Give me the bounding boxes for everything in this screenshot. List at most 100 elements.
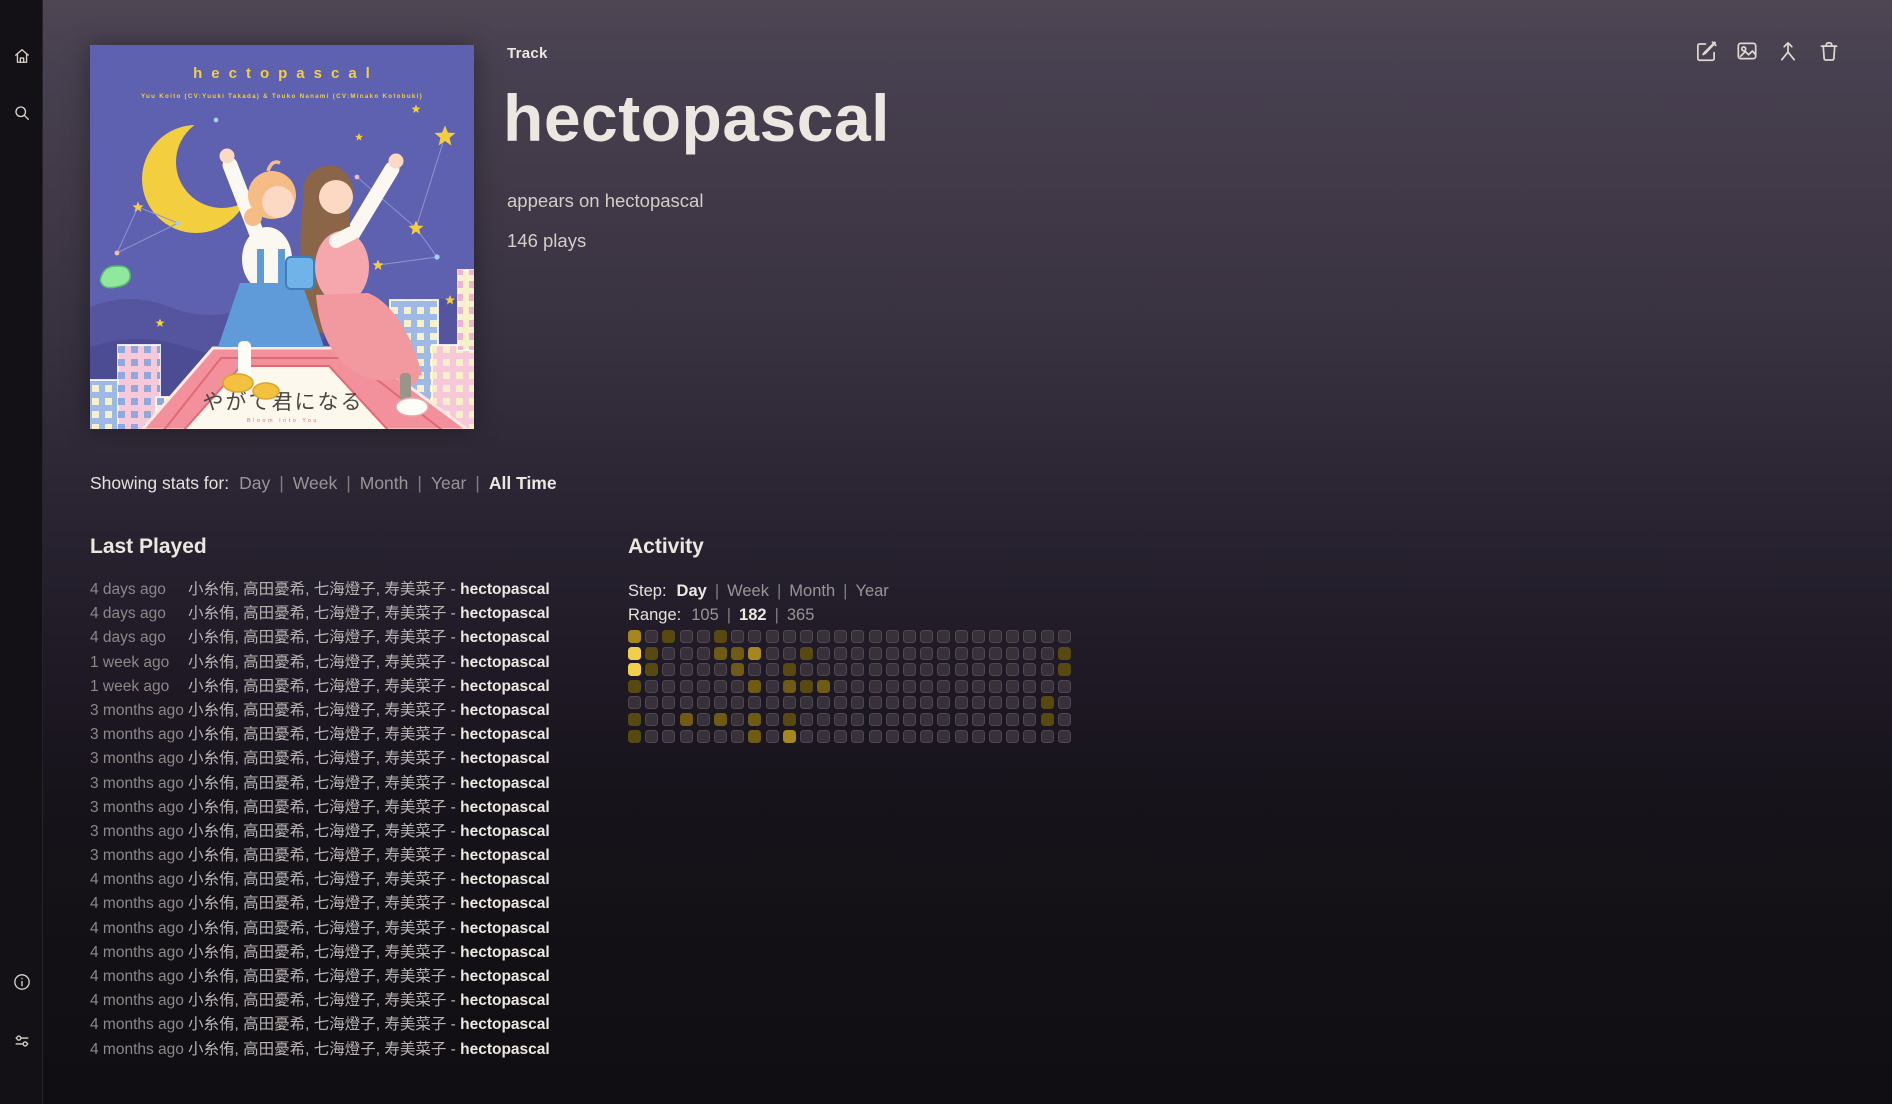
appears-on-album-link[interactable]: hectopascal xyxy=(605,190,704,211)
track-link[interactable]: hectopascal xyxy=(460,629,550,646)
heatmap-cell[interactable] xyxy=(800,630,813,643)
heatmap-cell[interactable] xyxy=(1058,713,1071,726)
heatmap-cell[interactable] xyxy=(886,663,899,676)
heatmap-cell[interactable] xyxy=(662,647,675,660)
heatmap-cell[interactable] xyxy=(714,663,727,676)
heatmap-cell[interactable] xyxy=(714,630,727,643)
heatmap-cell[interactable] xyxy=(817,663,830,676)
step-option-month[interactable]: Month xyxy=(789,582,835,600)
heatmap-cell[interactable] xyxy=(783,730,796,743)
heatmap-cell[interactable] xyxy=(714,713,727,726)
heatmap-cell[interactable] xyxy=(800,647,813,660)
search-icon[interactable] xyxy=(12,103,32,123)
track-link[interactable]: hectopascal xyxy=(460,750,550,767)
heatmap-cell[interactable] xyxy=(731,647,744,660)
heatmap-cell[interactable] xyxy=(766,730,779,743)
heatmap-cell[interactable] xyxy=(680,696,693,709)
range-option-105[interactable]: 105 xyxy=(691,606,719,624)
heatmap-cell[interactable] xyxy=(937,730,950,743)
heatmap-cell[interactable] xyxy=(886,647,899,660)
stats-option-all-time[interactable]: All Time xyxy=(489,473,557,493)
heatmap-cell[interactable] xyxy=(937,647,950,660)
heatmap-cell[interactable] xyxy=(748,713,761,726)
track-link[interactable]: hectopascal xyxy=(460,944,550,961)
artist-links[interactable]: 小糸侑, 高田憂希, 七海燈子, 寿美菜子 xyxy=(188,581,446,598)
heatmap-cell[interactable] xyxy=(955,696,968,709)
artist-links[interactable]: 小糸侑, 高田憂希, 七海燈子, 寿美菜子 xyxy=(188,678,446,695)
artist-links[interactable]: 小糸侑, 高田憂希, 七海燈子, 寿美菜子 xyxy=(188,944,446,961)
heatmap-cell[interactable] xyxy=(886,730,899,743)
heatmap-cell[interactable] xyxy=(766,630,779,643)
heatmap-cell[interactable] xyxy=(955,663,968,676)
heatmap-cell[interactable] xyxy=(800,663,813,676)
artist-links[interactable]: 小糸侑, 高田憂希, 七海燈子, 寿美菜子 xyxy=(188,654,446,671)
artist-links[interactable]: 小糸侑, 高田憂希, 七海燈子, 寿美菜子 xyxy=(188,702,446,719)
heatmap-cell[interactable] xyxy=(851,713,864,726)
heatmap-cell[interactable] xyxy=(800,713,813,726)
artist-links[interactable]: 小糸侑, 高田憂希, 七海燈子, 寿美菜子 xyxy=(188,992,446,1009)
heatmap-cell[interactable] xyxy=(920,680,933,693)
heatmap-cell[interactable] xyxy=(834,663,847,676)
heatmap-cell[interactable] xyxy=(697,713,710,726)
heatmap-cell[interactable] xyxy=(800,696,813,709)
heatmap-cell[interactable] xyxy=(1058,680,1071,693)
heatmap-cell[interactable] xyxy=(662,663,675,676)
heatmap-cell[interactable] xyxy=(817,680,830,693)
heatmap-cell[interactable] xyxy=(903,630,916,643)
heatmap-cell[interactable] xyxy=(645,663,658,676)
heatmap-cell[interactable] xyxy=(834,647,847,660)
heatmap-cell[interactable] xyxy=(731,713,744,726)
heatmap-cell[interactable] xyxy=(645,647,658,660)
heatmap-cell[interactable] xyxy=(662,680,675,693)
track-link[interactable]: hectopascal xyxy=(460,823,550,840)
heatmap-cell[interactable] xyxy=(817,647,830,660)
heatmap-cell[interactable] xyxy=(1041,647,1054,660)
heatmap-cell[interactable] xyxy=(1006,663,1019,676)
heatmap-cell[interactable] xyxy=(920,630,933,643)
heatmap-cell[interactable] xyxy=(955,713,968,726)
heatmap-cell[interactable] xyxy=(1041,680,1054,693)
track-link[interactable]: hectopascal xyxy=(460,1041,550,1058)
heatmap-cell[interactable] xyxy=(903,696,916,709)
heatmap-cell[interactable] xyxy=(645,680,658,693)
heatmap-cell[interactable] xyxy=(680,630,693,643)
image-icon[interactable] xyxy=(1734,38,1760,64)
heatmap-cell[interactable] xyxy=(748,680,761,693)
heatmap-cell[interactable] xyxy=(783,696,796,709)
heatmap-cell[interactable] xyxy=(834,696,847,709)
artist-links[interactable]: 小糸侑, 高田憂希, 七海燈子, 寿美菜子 xyxy=(188,1041,446,1058)
heatmap-cell[interactable] xyxy=(1058,647,1071,660)
heatmap-cell[interactable] xyxy=(766,647,779,660)
heatmap-cell[interactable] xyxy=(731,680,744,693)
heatmap-cell[interactable] xyxy=(989,696,1002,709)
heatmap-cell[interactable] xyxy=(869,647,882,660)
heatmap-cell[interactable] xyxy=(851,647,864,660)
heatmap-cell[interactable] xyxy=(697,647,710,660)
heatmap-cell[interactable] xyxy=(817,713,830,726)
heatmap-cell[interactable] xyxy=(766,680,779,693)
heatmap-cell[interactable] xyxy=(903,663,916,676)
artist-links[interactable]: 小糸侑, 高田憂希, 七海燈子, 寿美菜子 xyxy=(188,968,446,985)
delete-icon[interactable] xyxy=(1816,38,1842,64)
heatmap-cell[interactable] xyxy=(748,696,761,709)
heatmap-cell[interactable] xyxy=(920,713,933,726)
heatmap-cell[interactable] xyxy=(817,696,830,709)
heatmap-cell[interactable] xyxy=(1023,647,1036,660)
track-link[interactable]: hectopascal xyxy=(460,895,550,912)
artist-links[interactable]: 小糸侑, 高田憂希, 七海燈子, 寿美菜子 xyxy=(188,605,446,622)
artist-links[interactable]: 小糸侑, 高田憂希, 七海燈子, 寿美菜子 xyxy=(188,823,446,840)
heatmap-cell[interactable] xyxy=(972,696,985,709)
heatmap-cell[interactable] xyxy=(955,630,968,643)
edit-icon[interactable] xyxy=(1693,38,1719,64)
heatmap-cell[interactable] xyxy=(645,696,658,709)
heatmap-cell[interactable] xyxy=(1006,680,1019,693)
heatmap-cell[interactable] xyxy=(731,663,744,676)
heatmap-cell[interactable] xyxy=(714,680,727,693)
heatmap-cell[interactable] xyxy=(972,730,985,743)
artist-links[interactable]: 小糸侑, 高田憂希, 七海燈子, 寿美菜子 xyxy=(188,895,446,912)
heatmap-cell[interactable] xyxy=(920,647,933,660)
heatmap-cell[interactable] xyxy=(972,713,985,726)
heatmap-cell[interactable] xyxy=(748,647,761,660)
heatmap-cell[interactable] xyxy=(903,713,916,726)
heatmap-cell[interactable] xyxy=(989,663,1002,676)
